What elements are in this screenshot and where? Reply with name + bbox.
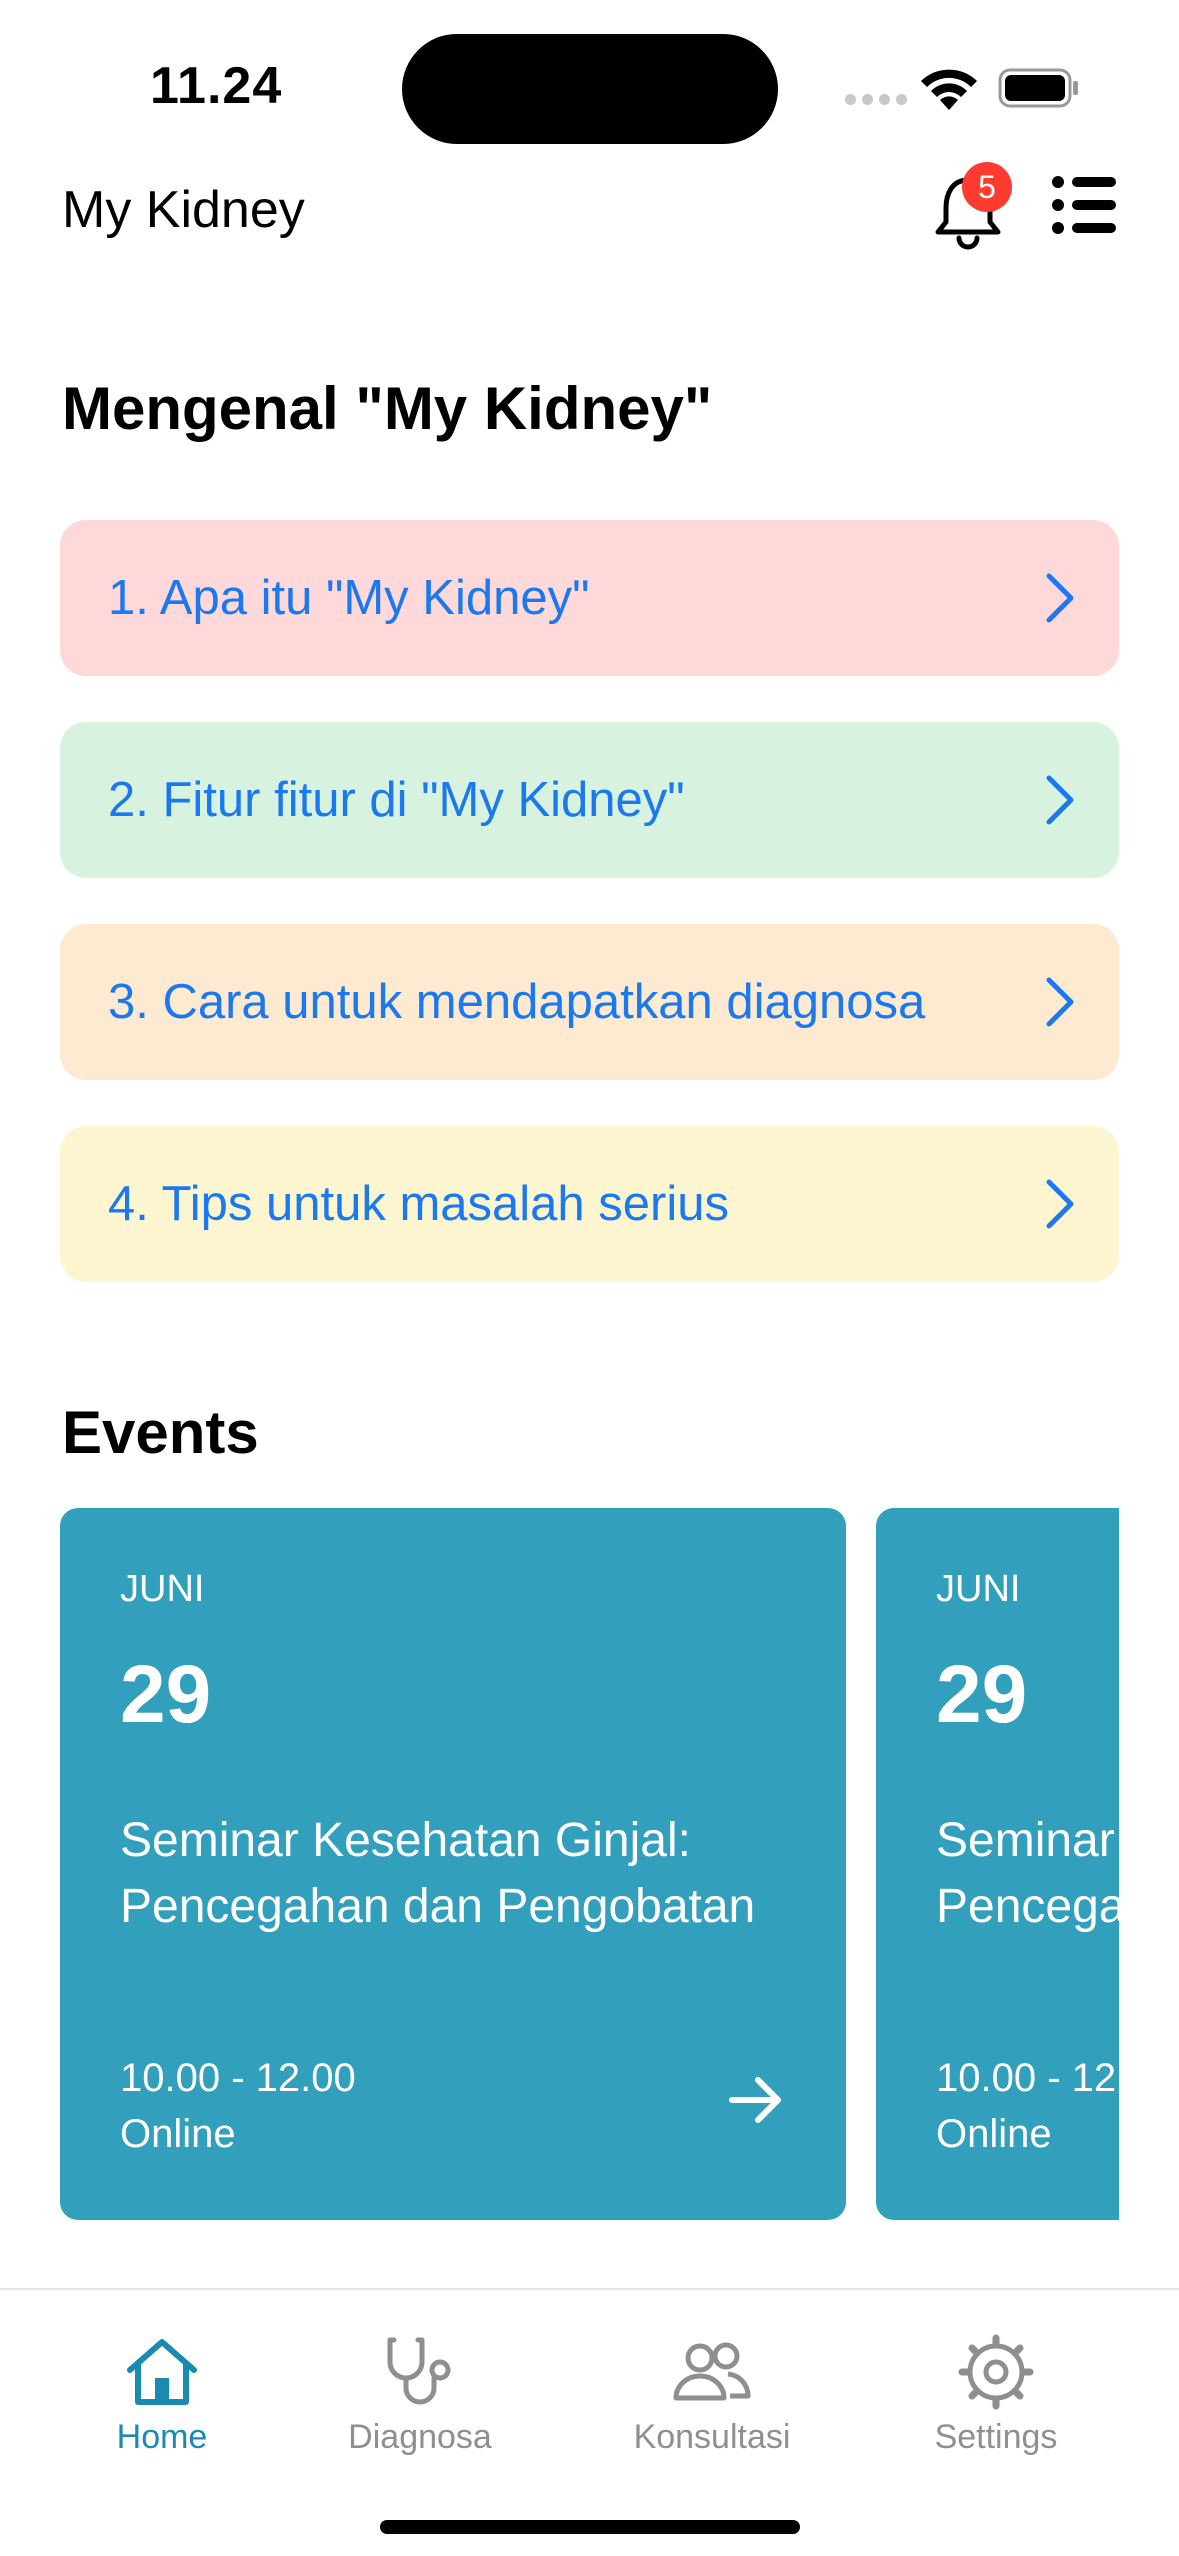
event-location: Online: [120, 2112, 236, 2156]
app-title: My Kidney: [62, 181, 305, 239]
intro-item-label: 2. Fitur fitur di "My Kidney": [108, 773, 685, 827]
event-day: 29: [936, 1649, 1028, 1740]
people-icon: [673, 2342, 751, 2401]
intro-section-title: Mengenal "My Kidney": [62, 375, 713, 442]
house-icon: [127, 2339, 197, 2405]
chevron-right-icon: [1046, 775, 1074, 825]
tab-label: Diagnosa: [348, 2418, 492, 2456]
gear-icon: [958, 2334, 1034, 2410]
dynamic-island: [402, 34, 778, 144]
chevron-right-icon: [1046, 1179, 1074, 1229]
chevron-right-icon: [1046, 573, 1074, 623]
cellular-signal-icon: [845, 94, 907, 105]
wifi-icon: [921, 69, 977, 110]
event-time: 10.00 - 12.00: [936, 2056, 1119, 2100]
event-month: JUNI: [120, 1568, 205, 1610]
status-time: 11.24: [150, 57, 283, 115]
intro-item-label: 1. Apa itu "My Kidney": [108, 571, 590, 625]
intro-item-label: 4. Tips untuk masalah serius: [108, 1177, 729, 1231]
tab-label: Konsultasi: [633, 2418, 791, 2456]
intro-item-features[interactable]: 2. Fitur fitur di "My Kidney": [60, 722, 1119, 878]
tab-bar: Home Diagnosa Konsultasi Settings: [0, 2288, 1179, 2556]
status-bar: 11.24: [0, 0, 1179, 170]
event-card[interactable]: JUNI 29 Seminar Kesehatan Ginjal: Penceg…: [60, 1508, 846, 2220]
tab-konsultasi[interactable]: Konsultasi: [622, 2332, 802, 2457]
event-title: Seminar Kesehatan Ginjal: Pencegahan dan…: [936, 1814, 1119, 1933]
intro-item-what-is[interactable]: 1. Apa itu "My Kidney": [60, 520, 1119, 676]
events-carousel[interactable]: JUNI 29 Seminar Kesehatan Ginjal: Penceg…: [60, 1508, 1119, 2222]
tab-settings[interactable]: Settings: [906, 2332, 1086, 2457]
list-menu-icon[interactable]: [1052, 172, 1118, 238]
intro-item-get-diagnosis[interactable]: 3. Cara untuk mendapatkan diagnosa: [60, 924, 1119, 1080]
tab-label: Home: [116, 2418, 208, 2456]
event-location: Online: [936, 2112, 1052, 2156]
event-title: Seminar Kesehatan Ginjal: Pencegahan dan…: [120, 1814, 756, 1933]
stethoscope-icon: [387, 2337, 451, 2405]
battery-icon: [998, 68, 1078, 108]
event-month: JUNI: [936, 1568, 1021, 1610]
tab-home[interactable]: Home: [72, 2332, 252, 2457]
event-day: 29: [120, 1649, 212, 1740]
arrow-right-icon[interactable]: [728, 2076, 784, 2124]
tab-label: Settings: [934, 2418, 1058, 2456]
event-time: 10.00 - 12.00: [120, 2056, 356, 2100]
intro-item-label: 3. Cara untuk mendapatkan diagnosa: [108, 975, 926, 1029]
tab-diagnosa[interactable]: Diagnosa: [330, 2332, 510, 2457]
intro-item-tips[interactable]: 4. Tips untuk masalah serius: [60, 1126, 1119, 1282]
events-section-title: Events: [62, 1399, 259, 1466]
event-card[interactable]: JUNI 29 Seminar Kesehatan Ginjal: Penceg…: [876, 1508, 1119, 2220]
notification-badge: 5: [962, 162, 1012, 212]
home-indicator: [380, 2520, 800, 2534]
chevron-right-icon: [1046, 977, 1074, 1027]
